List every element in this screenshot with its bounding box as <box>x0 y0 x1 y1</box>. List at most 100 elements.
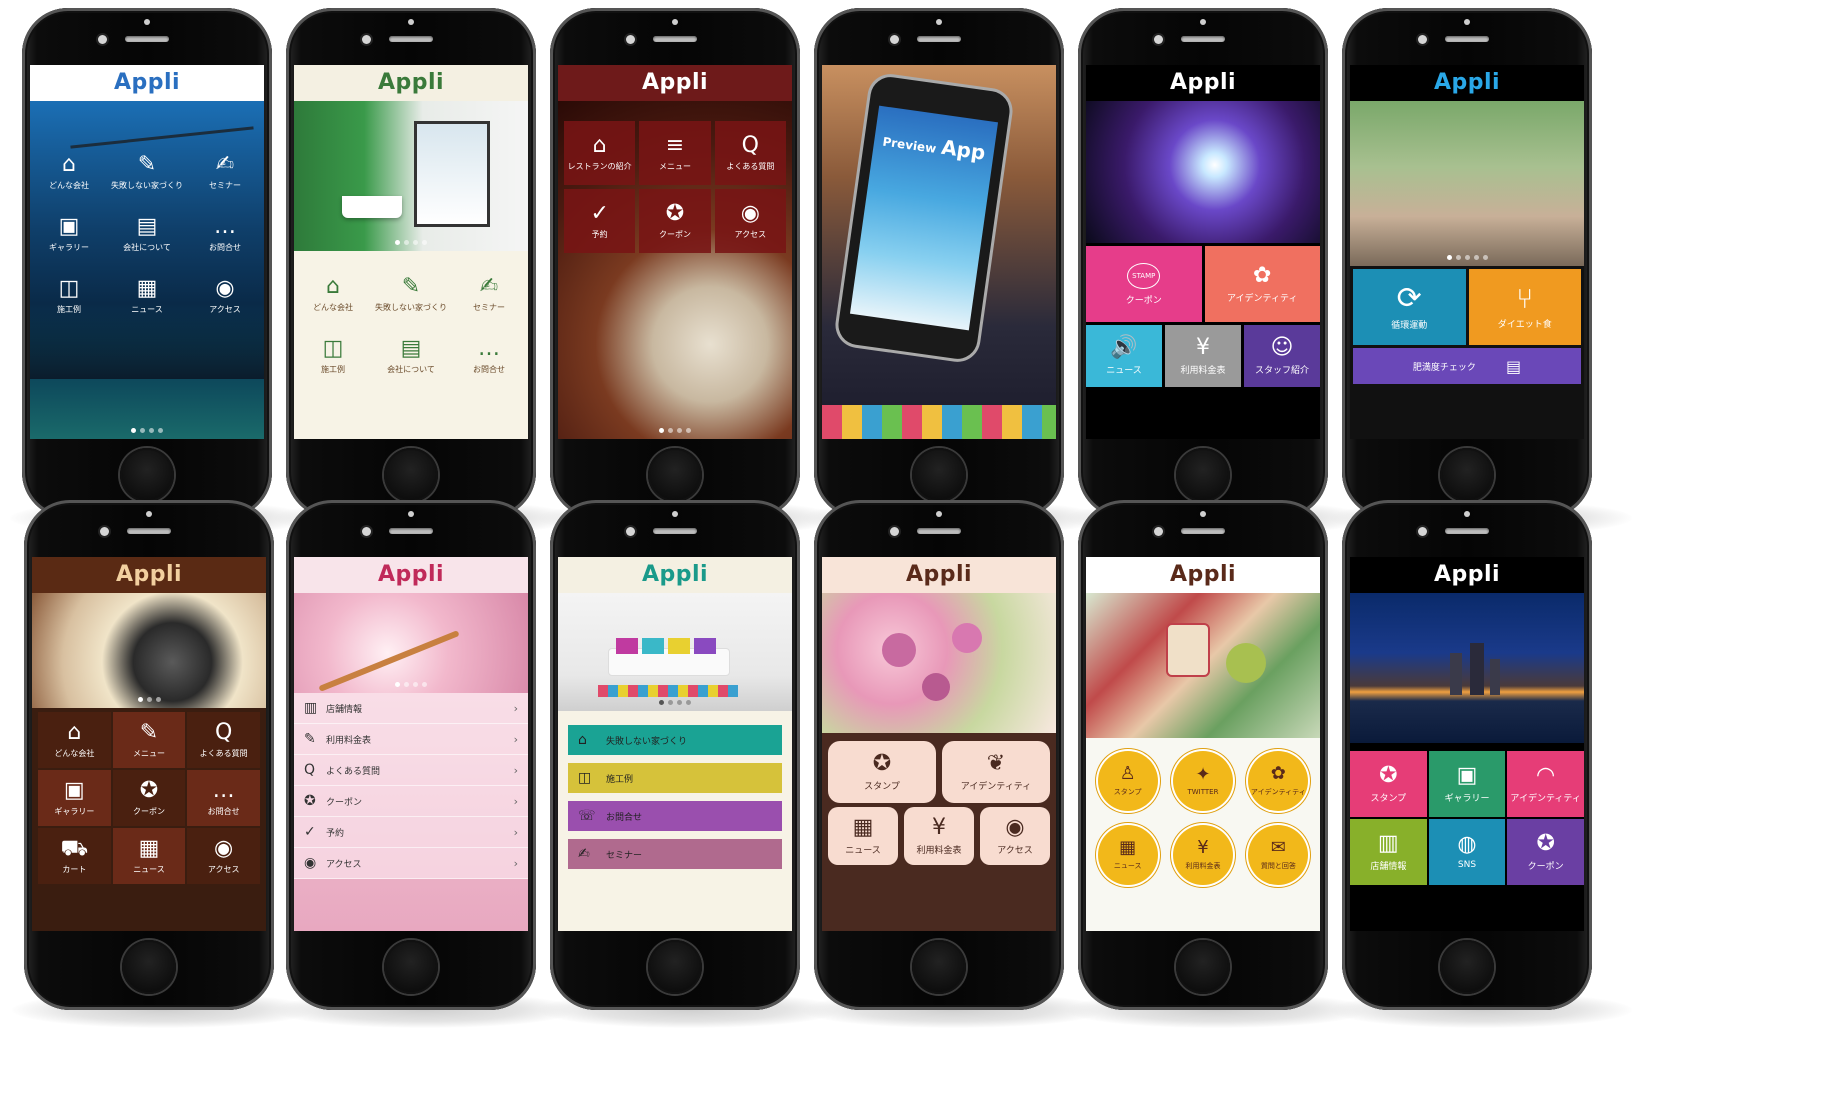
menu-item[interactable]: ◫ 施工例 <box>294 325 372 387</box>
menu-item[interactable]: ✍ セミナー <box>186 141 264 203</box>
menu-item[interactable]: ✉ 質問と回答 <box>1243 820 1314 890</box>
menu-item[interactable]: ✦ TWITTER <box>1167 746 1238 816</box>
app-header: Appli <box>30 65 264 101</box>
home-button[interactable] <box>1440 940 1494 994</box>
menu-item[interactable]: ⛟ カート <box>38 828 111 884</box>
identity-tile[interactable]: ✿ アイデンティティ <box>1204 246 1320 322</box>
home-button[interactable] <box>1176 940 1230 994</box>
menu-item[interactable]: ⌂ どんな会社 <box>30 141 108 203</box>
app-header: Appli <box>1086 65 1320 101</box>
menu-item[interactable]: ✍ セミナー <box>450 263 528 325</box>
menu-bar[interactable]: ⌂ 失敗しない家づくり <box>568 725 782 755</box>
chevron-right-icon: › <box>513 825 518 839</box>
menu-item[interactable]: ¥ 利用料金表 <box>1167 820 1238 890</box>
identity-tile[interactable]: ❦ アイデンティティ <box>942 741 1050 803</box>
coupon-tile[interactable]: STAMP クーポン <box>1086 246 1202 322</box>
home-button[interactable] <box>912 940 966 994</box>
home-button[interactable] <box>912 448 966 502</box>
menu-item[interactable]: … お問合せ <box>187 770 260 826</box>
identity-tile[interactable]: ◠ アイデンティティ <box>1507 751 1584 817</box>
menu-item[interactable]: ◉ アクセス <box>714 189 786 253</box>
list-item[interactable]: ◉ アクセス › <box>294 848 528 879</box>
stamp-tile[interactable]: ✪ スタンプ <box>1350 751 1427 817</box>
menu-item[interactable]: ◉ アクセス <box>187 828 260 884</box>
menu-item[interactable]: ▦ ニュース <box>108 265 186 327</box>
news-tile[interactable]: 🔊 ニュース <box>1086 325 1162 387</box>
menu-item[interactable]: ♙ スタンプ <box>1092 746 1163 816</box>
page-dots[interactable] <box>294 682 528 687</box>
menu-item[interactable]: ✎ メニュー <box>112 712 186 768</box>
list-item[interactable]: Q よくある質問 › <box>294 755 528 786</box>
news-icon: ▦ <box>138 835 160 861</box>
menu-item[interactable]: ▦ ニュース <box>1092 820 1163 890</box>
price-tile[interactable]: ¥ 利用料金表 <box>904 807 974 865</box>
note-icon: ✎ <box>304 731 316 747</box>
list-item[interactable]: ▥ 店舗情報 › <box>294 693 528 724</box>
diet-tile[interactable]: ⑂ ダイエット食 <box>1468 269 1581 345</box>
screen-12: Appli ✪ スタンプ ▣ ギャラリー ◠ アイデンティティ ▥ 店舗情報 ◍ SNS … <box>1350 557 1584 931</box>
menu-item[interactable]: ⌂ どんな会社 <box>38 712 111 768</box>
menu-item[interactable]: ▣ ギャラリー <box>30 203 108 265</box>
store-tile[interactable]: ▥ 店舗情報 <box>1350 819 1427 885</box>
menu-item[interactable]: ◫ 施工例 <box>30 265 108 327</box>
list-item[interactable]: ✪ クーポン › <box>294 786 528 817</box>
menu-item[interactable]: ✪ クーポン <box>112 770 186 826</box>
sns-tile[interactable]: ◍ SNS <box>1428 819 1506 885</box>
price-tile[interactable]: ¥ 利用料金表 <box>1165 325 1241 387</box>
home-button[interactable] <box>384 940 438 994</box>
home-button[interactable] <box>1176 448 1230 502</box>
menu-item[interactable]: ▦ ニュース <box>112 828 186 884</box>
coupon-tile[interactable]: ✪ クーポン <box>1507 819 1584 885</box>
page-dots[interactable] <box>32 697 266 702</box>
stamp-tile[interactable]: ✪ スタンプ <box>828 741 936 803</box>
cart-icon: ⛟ <box>60 835 89 861</box>
note-icon: ✎ <box>401 273 421 299</box>
refresh-icon: ⟳ <box>1396 280 1422 316</box>
menu-item[interactable]: Q よくある質問 <box>714 121 786 185</box>
menu-bar[interactable]: ◫ 施工例 <box>568 763 782 793</box>
list-item[interactable]: ✓ 予約 › <box>294 817 528 848</box>
home-button[interactable] <box>120 448 174 502</box>
menu-item[interactable]: … お問合せ <box>186 203 264 265</box>
home-button[interactable] <box>384 448 438 502</box>
access-tile[interactable]: ◉ アクセス <box>980 807 1050 865</box>
page-dots[interactable] <box>294 240 528 245</box>
stamp-icon: ♙ <box>1119 763 1136 784</box>
page-dots[interactable] <box>558 428 792 433</box>
page-dots[interactable] <box>558 700 792 705</box>
check-icon: ✓ <box>590 200 609 226</box>
gallery-tile[interactable]: ▣ ギャラリー <box>1428 751 1506 817</box>
pen-icon: ✍ <box>578 846 590 862</box>
page-dots[interactable] <box>1350 255 1584 260</box>
home-button[interactable] <box>648 940 702 994</box>
staff-tile[interactable]: ☺ スタッフ紹介 <box>1244 325 1320 387</box>
home-button[interactable] <box>122 940 176 994</box>
home-button[interactable] <box>1440 448 1494 502</box>
menu-item[interactable]: ✎ 失敗しない家づくり <box>108 141 186 203</box>
phone-5: Appli STAMP クーポン ✿ アイデンティティ 🔊 ニュース ¥ 利用料金表 ☺… <box>1066 8 1368 536</box>
menu-item[interactable]: ⌂ レストランの紹介 <box>564 121 636 185</box>
menu-item[interactable]: ✿ アイデンティティ <box>1243 746 1314 816</box>
clipboard-icon: ▤ <box>1505 356 1522 376</box>
menu-item[interactable]: ✪ クーポン <box>639 189 711 253</box>
menu-item[interactable]: ✎ 失敗しない家づくり <box>372 263 450 325</box>
menu-item[interactable]: Q よくある質問 <box>187 712 260 768</box>
menu-item[interactable]: … お問合せ <box>450 325 528 387</box>
menu-item[interactable]: ◉ アクセス <box>186 265 264 327</box>
menu-item[interactable]: ✓ 予約 <box>564 189 636 253</box>
cycle-tile[interactable]: ⟳ 循環運動 <box>1353 269 1466 345</box>
list-item[interactable]: ✎ 利用料金表 › <box>294 724 528 755</box>
menu-bar[interactable]: ☏ お問合せ <box>568 801 782 831</box>
menu-item[interactable]: ▤ 会社について <box>108 203 186 265</box>
menu-item[interactable]: ⌂ どんな会社 <box>294 263 372 325</box>
folder-icon: ◫ <box>322 335 344 361</box>
menu-item[interactable]: ▣ ギャラリー <box>38 770 111 826</box>
menu-item[interactable]: ≡ メニュー <box>639 121 711 185</box>
menu-item[interactable]: ▤ 会社について <box>372 325 450 387</box>
page-dots[interactable] <box>30 428 264 433</box>
home-button[interactable] <box>648 448 702 502</box>
menu-bar[interactable]: ✍ セミナー <box>568 839 782 869</box>
bmi-check-tile[interactable]: 肥満度チェック ▤ <box>1353 348 1581 384</box>
badge-icon: ✿ <box>1270 763 1286 784</box>
news-tile[interactable]: ▦ ニュース <box>828 807 898 865</box>
